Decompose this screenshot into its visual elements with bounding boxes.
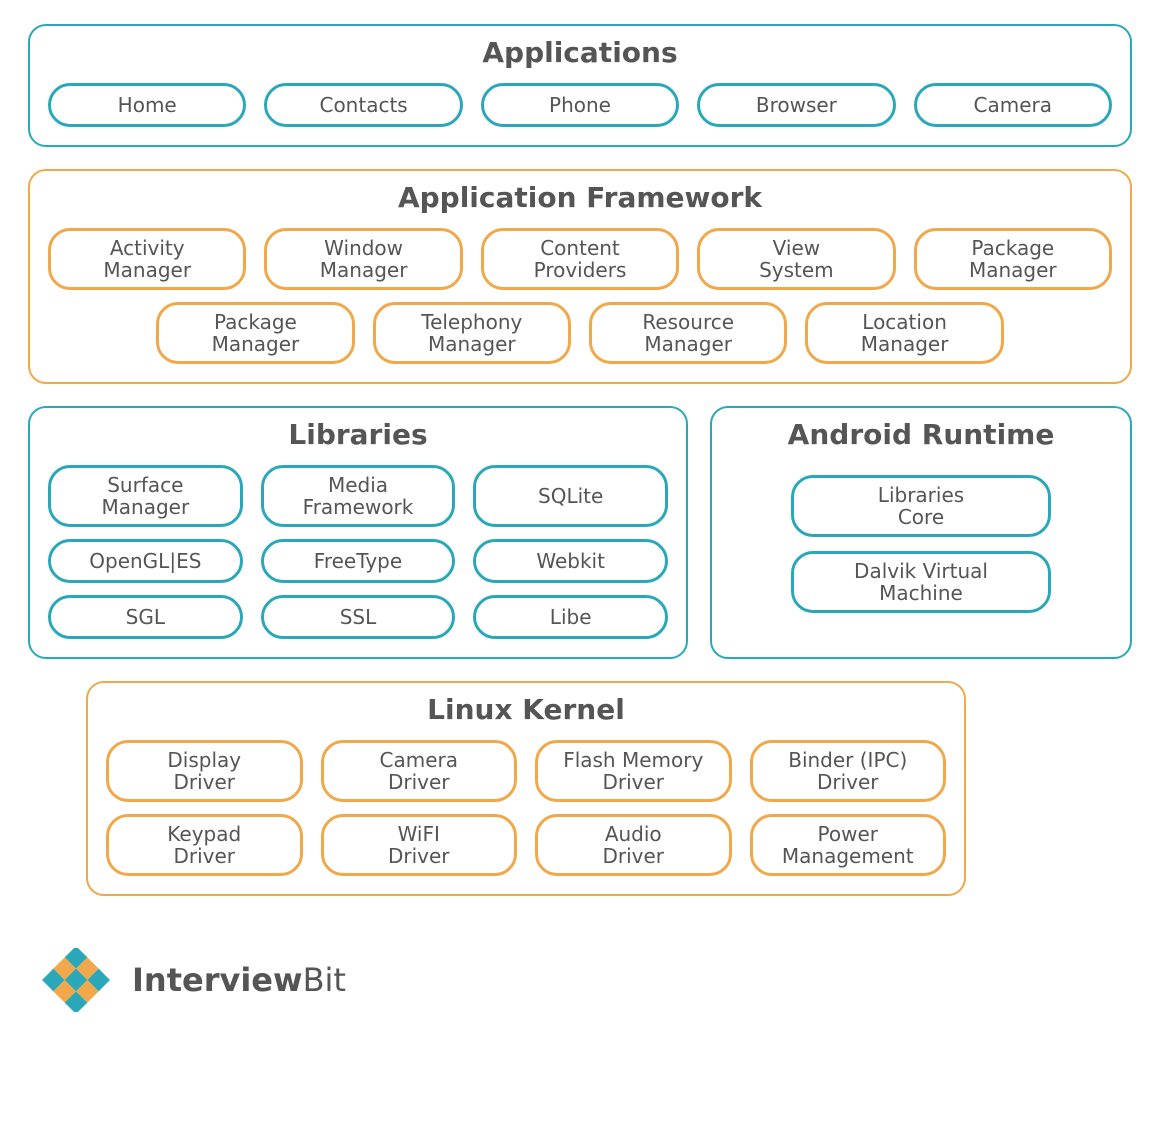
lib-opengl-es: OpenGL|ES [48, 539, 243, 583]
fw-view-system: ViewSystem [697, 228, 895, 290]
lib-sgl: SGL [48, 595, 243, 639]
fw-activity-manager: ActivityManager [48, 228, 246, 290]
libraries-title: Libraries [48, 418, 668, 451]
lib-freetype: FreeType [261, 539, 456, 583]
brand-name-bold: Interview [132, 961, 303, 999]
fw-package-manager-2: PackageManager [156, 302, 354, 364]
libraries-row-3: SGL SSL Libe [48, 595, 668, 639]
fw-content-providers: ContentProviders [481, 228, 679, 290]
brand-name: InterviewBit [132, 961, 346, 999]
applications-layer: Applications Home Contacts Phone Browser… [28, 24, 1132, 147]
lib-sqlite: SQLite [473, 465, 668, 527]
lib-ssl: SSL [261, 595, 456, 639]
rt-dalvik-vm: Dalvik VirtualMachine [791, 551, 1051, 613]
kn-power-management: PowerManagement [750, 814, 947, 876]
framework-layer: Application Framework ActivityManager Wi… [28, 169, 1132, 384]
app-home: Home [48, 83, 246, 127]
applications-title: Applications [48, 36, 1112, 69]
kernel-row-2: KeypadDriver WiFIDriver AudioDriver Powe… [106, 814, 946, 876]
kernel-row-1: DisplayDriver CameraDriver Flash MemoryD… [106, 740, 946, 802]
libraries-row-1: SurfaceManager MediaFramework SQLite [48, 465, 668, 527]
applications-row: Home Contacts Phone Browser Camera [48, 83, 1112, 127]
lib-webkit: Webkit [473, 539, 668, 583]
lib-surface-manager: SurfaceManager [48, 465, 243, 527]
brand-name-light: Bit [303, 961, 346, 999]
framework-title: Application Framework [48, 181, 1112, 214]
fw-resource-manager: ResourceManager [589, 302, 787, 364]
app-phone: Phone [481, 83, 679, 127]
kn-display-driver: DisplayDriver [106, 740, 303, 802]
app-browser: Browser [697, 83, 895, 127]
brand-logo-icon [36, 948, 116, 1012]
kernel-title: Linux Kernel [106, 693, 946, 726]
kn-audio-driver: AudioDriver [535, 814, 732, 876]
rt-libraries-core: LibrariesCore [791, 475, 1051, 537]
fw-window-manager: WindowManager [264, 228, 462, 290]
runtime-layer: Android Runtime LibrariesCore Dalvik Vir… [710, 406, 1132, 659]
libraries-layer: Libraries SurfaceManager MediaFramework … [28, 406, 688, 659]
libraries-runtime-row: Libraries SurfaceManager MediaFramework … [28, 406, 1132, 659]
kernel-layer: Linux Kernel DisplayDriver CameraDriver … [86, 681, 966, 896]
fw-location-manager: LocationManager [805, 302, 1003, 364]
kn-wifi-driver: WiFIDriver [321, 814, 518, 876]
libraries-row-2: OpenGL|ES FreeType Webkit [48, 539, 668, 583]
kn-flash-memory-driver: Flash MemoryDriver [535, 740, 732, 802]
fw-package-manager-1: PackageManager [914, 228, 1112, 290]
lib-media-framework: MediaFramework [261, 465, 456, 527]
app-contacts: Contacts [264, 83, 462, 127]
lib-libe: Libe [473, 595, 668, 639]
framework-row-1: ActivityManager WindowManager ContentPro… [48, 228, 1112, 290]
app-camera: Camera [914, 83, 1112, 127]
fw-telephony-manager: TelephonyManager [373, 302, 571, 364]
brand-logo: InterviewBit [36, 948, 1132, 1012]
kn-binder-ipc-driver: Binder (IPC)Driver [750, 740, 947, 802]
runtime-title: Android Runtime [730, 418, 1112, 451]
framework-row-2: PackageManager TelephonyManager Resource… [48, 302, 1112, 364]
kn-camera-driver: CameraDriver [321, 740, 518, 802]
runtime-items: LibrariesCore Dalvik VirtualMachine [730, 465, 1112, 623]
kernel-wrap: Linux Kernel DisplayDriver CameraDriver … [28, 681, 1132, 918]
kn-keypad-driver: KeypadDriver [106, 814, 303, 876]
